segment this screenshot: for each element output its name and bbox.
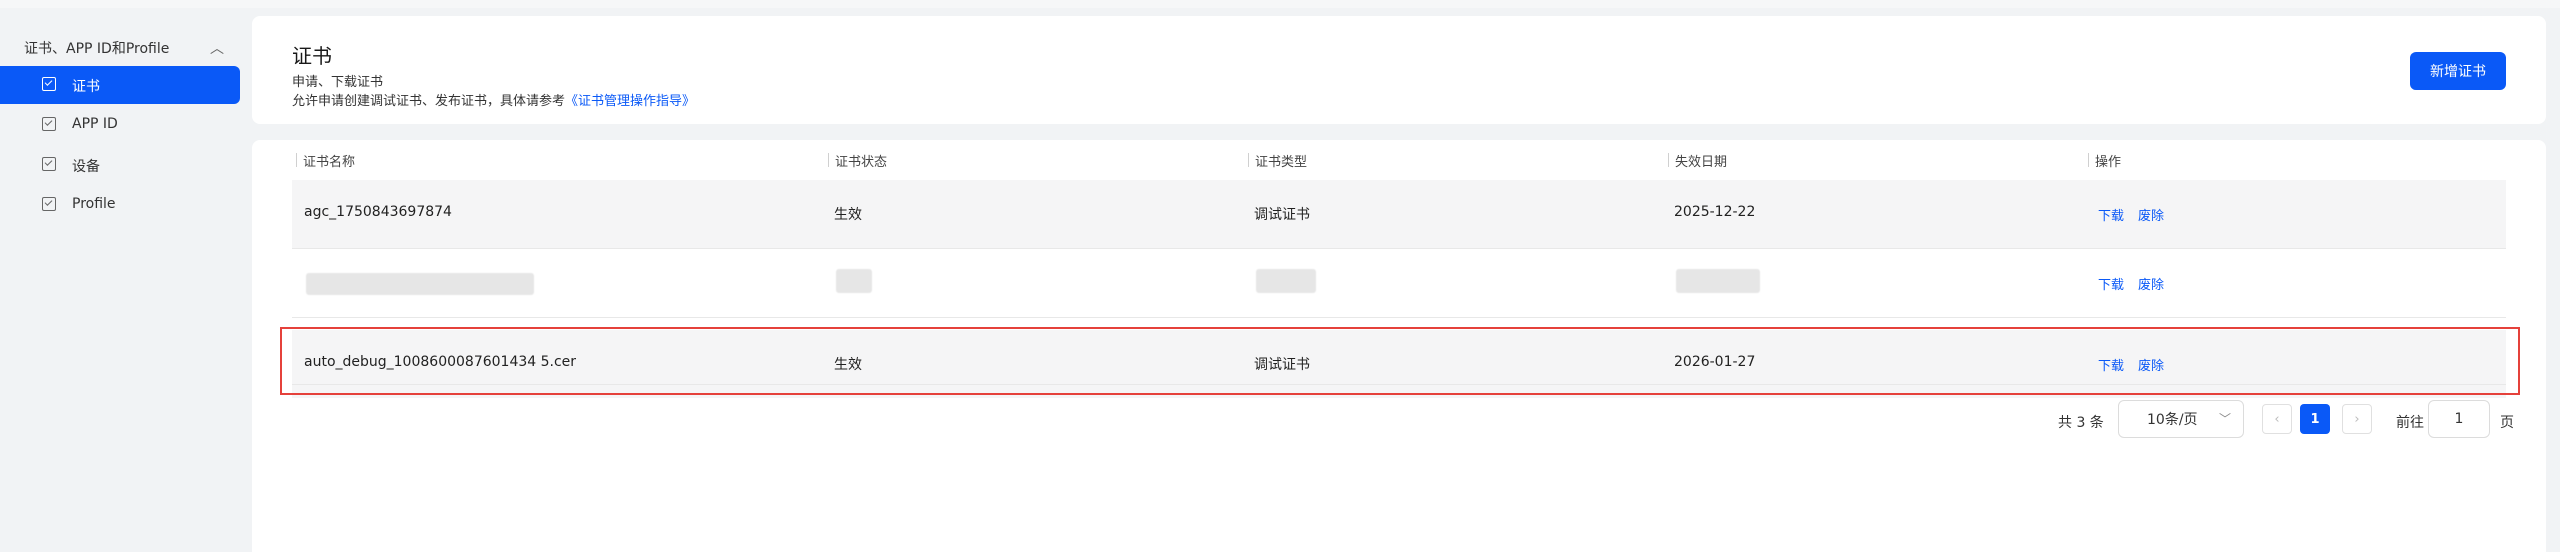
page-title: 证书 bbox=[292, 44, 332, 68]
sidebar-group-certs[interactable]: 证书、APP ID和Profile ︿ bbox=[24, 36, 224, 60]
page-suffix: 页 bbox=[2500, 415, 2514, 431]
download-link[interactable]: 下载 bbox=[2098, 205, 2124, 224]
table-row: 下载 废除 bbox=[292, 249, 2506, 317]
sidebar-item-label: APP ID bbox=[72, 116, 118, 132]
page-number-current[interactable]: 1 bbox=[2300, 404, 2330, 434]
sidebar-item-label: 设备 bbox=[72, 159, 100, 175]
download-link[interactable]: 下载 bbox=[2098, 274, 2124, 293]
prev-page-button[interactable]: ‹ bbox=[2262, 404, 2292, 434]
cert-status: 生效 bbox=[834, 207, 862, 223]
device-icon bbox=[42, 157, 56, 171]
page-subtitle: 申请、下载证书 bbox=[292, 75, 384, 90]
top-strip bbox=[0, 0, 2560, 8]
certificate-icon bbox=[42, 77, 56, 91]
chevron-up-icon[interactable]: ︿ bbox=[210, 38, 224, 58]
cert-status: 生效 bbox=[834, 357, 862, 373]
header-card: 证书 申请、下载证书 允许申请创建调试证书、发布证书，具体请参考《证书管理操作指… bbox=[252, 16, 2546, 124]
sidebar-item-label: 证书 bbox=[72, 79, 100, 95]
next-page-button[interactable]: › bbox=[2342, 404, 2372, 434]
revoke-link[interactable]: 废除 bbox=[2138, 355, 2164, 374]
row-divider bbox=[292, 317, 2506, 318]
redacted-status bbox=[836, 269, 872, 293]
page-description: 允许申请创建调试证书、发布证书，具体请参考《证书管理操作指导》 bbox=[292, 90, 695, 109]
guide-link[interactable]: 《证书管理操作指导》 bbox=[565, 94, 695, 109]
sidebar-item-devices[interactable]: 设备 bbox=[0, 146, 240, 184]
add-certificate-button[interactable]: 新增证书 bbox=[2410, 52, 2506, 90]
page-size-select[interactable]: 10条/页 ﹀ bbox=[2118, 400, 2244, 438]
goto-page-input[interactable] bbox=[2428, 400, 2490, 438]
description-text: 允许申请创建调试证书、发布证书，具体请参考 bbox=[292, 94, 566, 109]
revoke-link[interactable]: 废除 bbox=[2138, 274, 2164, 293]
goto-label: 前往 bbox=[2396, 415, 2424, 431]
revoke-link[interactable]: 废除 bbox=[2138, 205, 2164, 224]
profile-icon bbox=[42, 197, 56, 211]
table-row: agc_1750843697874 生效 调试证书 2025-12-22 下载 … bbox=[292, 180, 2506, 248]
column-header-type: 证书类型 bbox=[1248, 148, 1307, 172]
cert-expiry: 2025-12-22 bbox=[1674, 204, 1756, 220]
page-size-value: 10条/页 bbox=[2147, 412, 2198, 428]
sidebar-item-app-id[interactable]: APP ID bbox=[0, 106, 240, 144]
redacted-type bbox=[1256, 269, 1316, 293]
column-header-expiry: 失效日期 bbox=[1668, 148, 1727, 172]
chevron-down-icon: ﹀ bbox=[2218, 412, 2231, 426]
sidebar-group-label: 证书、APP ID和Profile bbox=[24, 41, 170, 57]
sidebar: 证书、APP ID和Profile ︿ 证书 APP ID 设备 Profile bbox=[0, 14, 246, 552]
column-header-name: 证书名称 bbox=[296, 148, 355, 172]
certificate-table: 证书名称 证书状态 证书类型 失效日期 操作 agc_1750843697874… bbox=[252, 140, 2546, 552]
redacted-name bbox=[306, 273, 534, 295]
column-header-status: 证书状态 bbox=[828, 148, 887, 172]
sidebar-item-profile[interactable]: Profile bbox=[0, 186, 240, 224]
download-link[interactable]: 下载 bbox=[2098, 355, 2124, 374]
row-divider bbox=[292, 384, 2506, 385]
sidebar-item-label: Profile bbox=[72, 196, 116, 212]
app-id-icon bbox=[42, 117, 56, 131]
redacted-expiry bbox=[1676, 269, 1760, 293]
cert-name: agc_1750843697874 bbox=[304, 204, 452, 220]
sidebar-item-certificates[interactable]: 证书 bbox=[0, 66, 240, 104]
cert-type: 调试证书 bbox=[1254, 357, 1310, 373]
cert-name: auto_debug_1008600087601434 5.cer bbox=[304, 354, 577, 370]
column-header-actions: 操作 bbox=[2088, 148, 2121, 172]
pagination-total: 共 3 条 bbox=[2058, 415, 2104, 431]
table-row: auto_debug_1008600087601434 5.cer 生效 调试证… bbox=[292, 330, 2506, 398]
cert-expiry: 2026-01-27 bbox=[1674, 354, 1756, 370]
cert-type: 调试证书 bbox=[1254, 207, 1310, 223]
